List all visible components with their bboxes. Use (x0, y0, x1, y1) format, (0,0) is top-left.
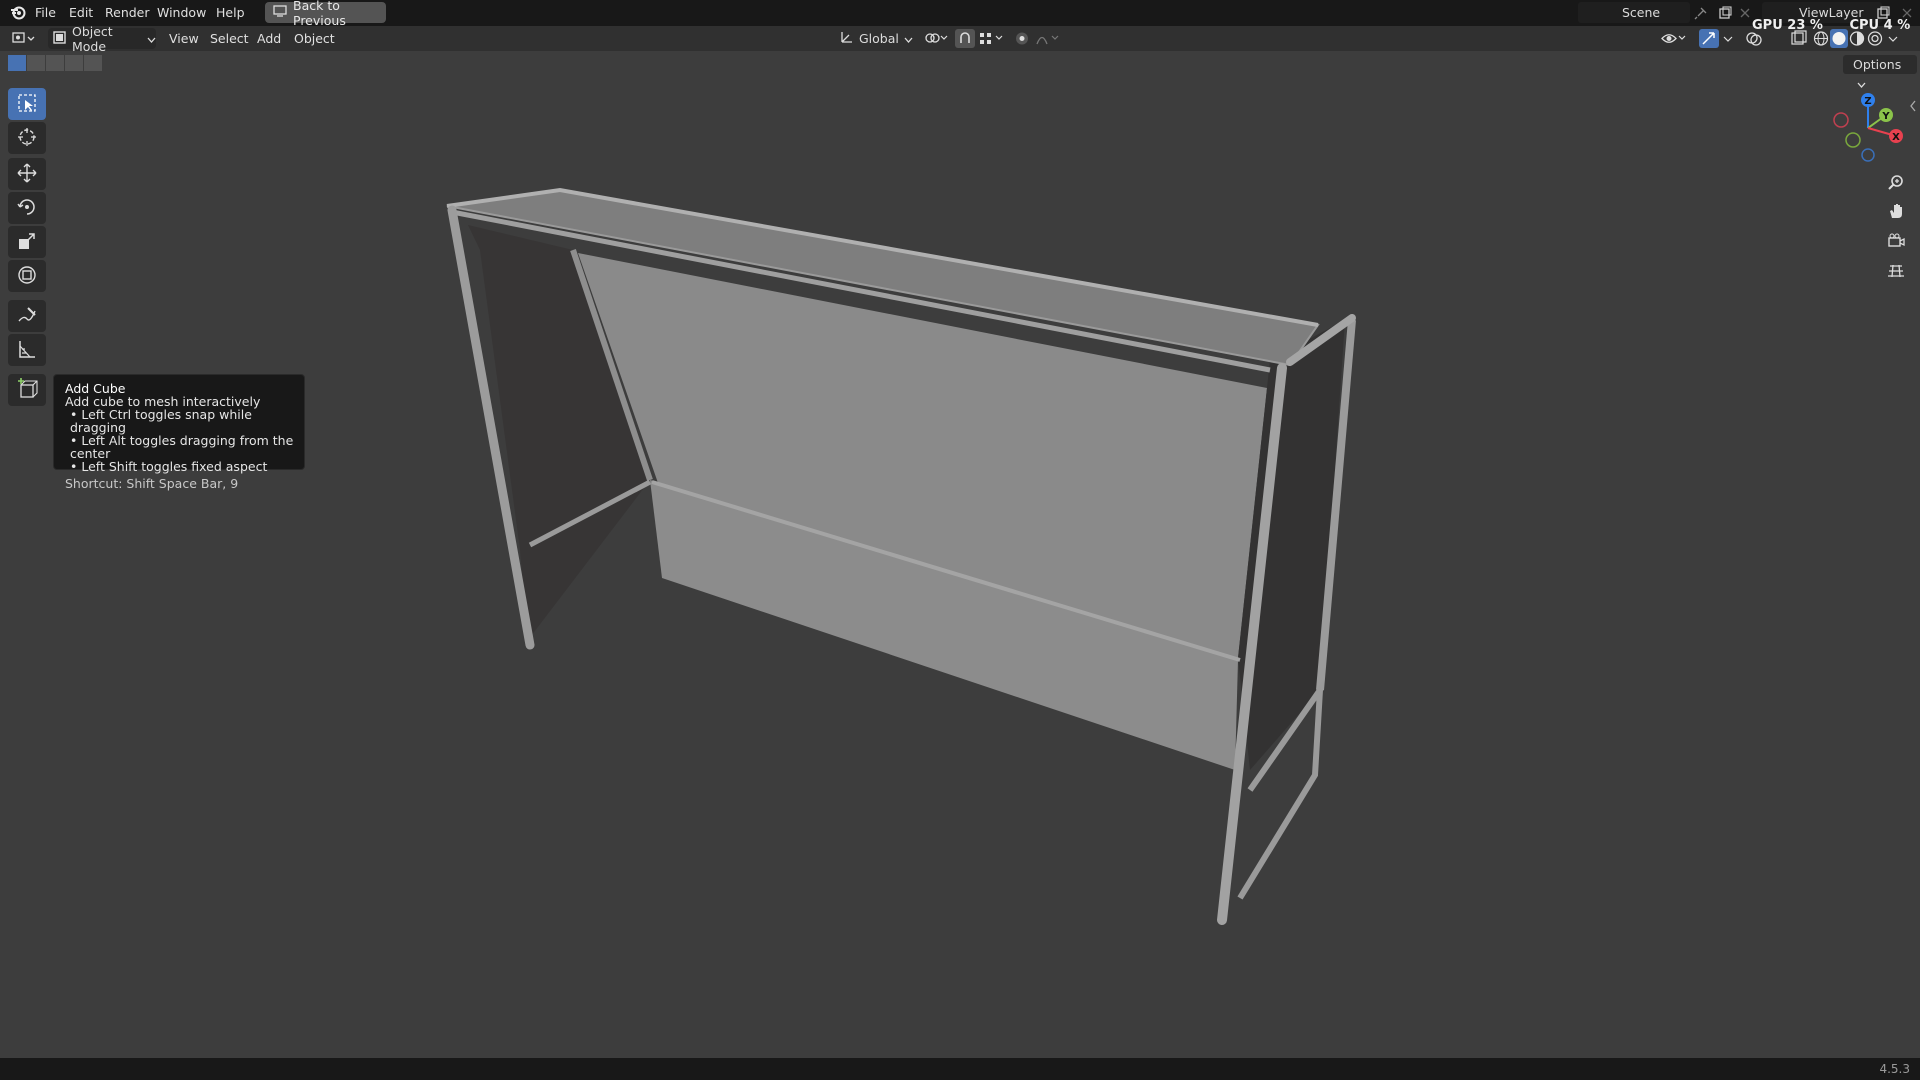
zoom-view-button[interactable] (1882, 169, 1910, 197)
add-cube-tooltip: Add Cube Add cube to mesh interactively … (53, 374, 305, 490)
tooltip-shortcut: Shortcut: Shift Space Bar, 9 (65, 476, 239, 491)
camera-view-button[interactable] (1882, 228, 1910, 256)
hand-icon (1887, 202, 1905, 223)
grid-icon (1887, 262, 1905, 283)
gizmo-neg-x (1833, 112, 1849, 128)
chevron-left-icon[interactable] (1909, 100, 1917, 115)
viewport-3d-model[interactable] (0, 0, 1920, 1080)
gizmo-y-label: Y (1881, 111, 1890, 122)
tooltip-bullet: • Left Alt toggles dragging from the cen… (70, 433, 294, 461)
version-label: 4.5.3 (1879, 1062, 1910, 1076)
gizmo-x-label: X (1892, 132, 1900, 143)
navigation-gizmo[interactable]: Z Y X (1826, 88, 1916, 168)
gizmo-neg-y (1845, 132, 1861, 148)
zoom-icon (1887, 173, 1905, 194)
tooltip-bullet: • Left Shift toggles fixed aspect (70, 459, 268, 474)
gizmo-neg-z (1861, 148, 1875, 162)
pan-view-button[interactable] (1882, 198, 1910, 226)
tooltip-bullet: • Left Ctrl toggles snap while dragging (70, 407, 252, 435)
ortho-toggle-button[interactable] (1882, 258, 1910, 286)
status-bar: 4.5.3 (0, 1058, 1920, 1080)
gizmo-z-label: Z (1864, 96, 1871, 107)
camera-icon (1887, 232, 1905, 253)
